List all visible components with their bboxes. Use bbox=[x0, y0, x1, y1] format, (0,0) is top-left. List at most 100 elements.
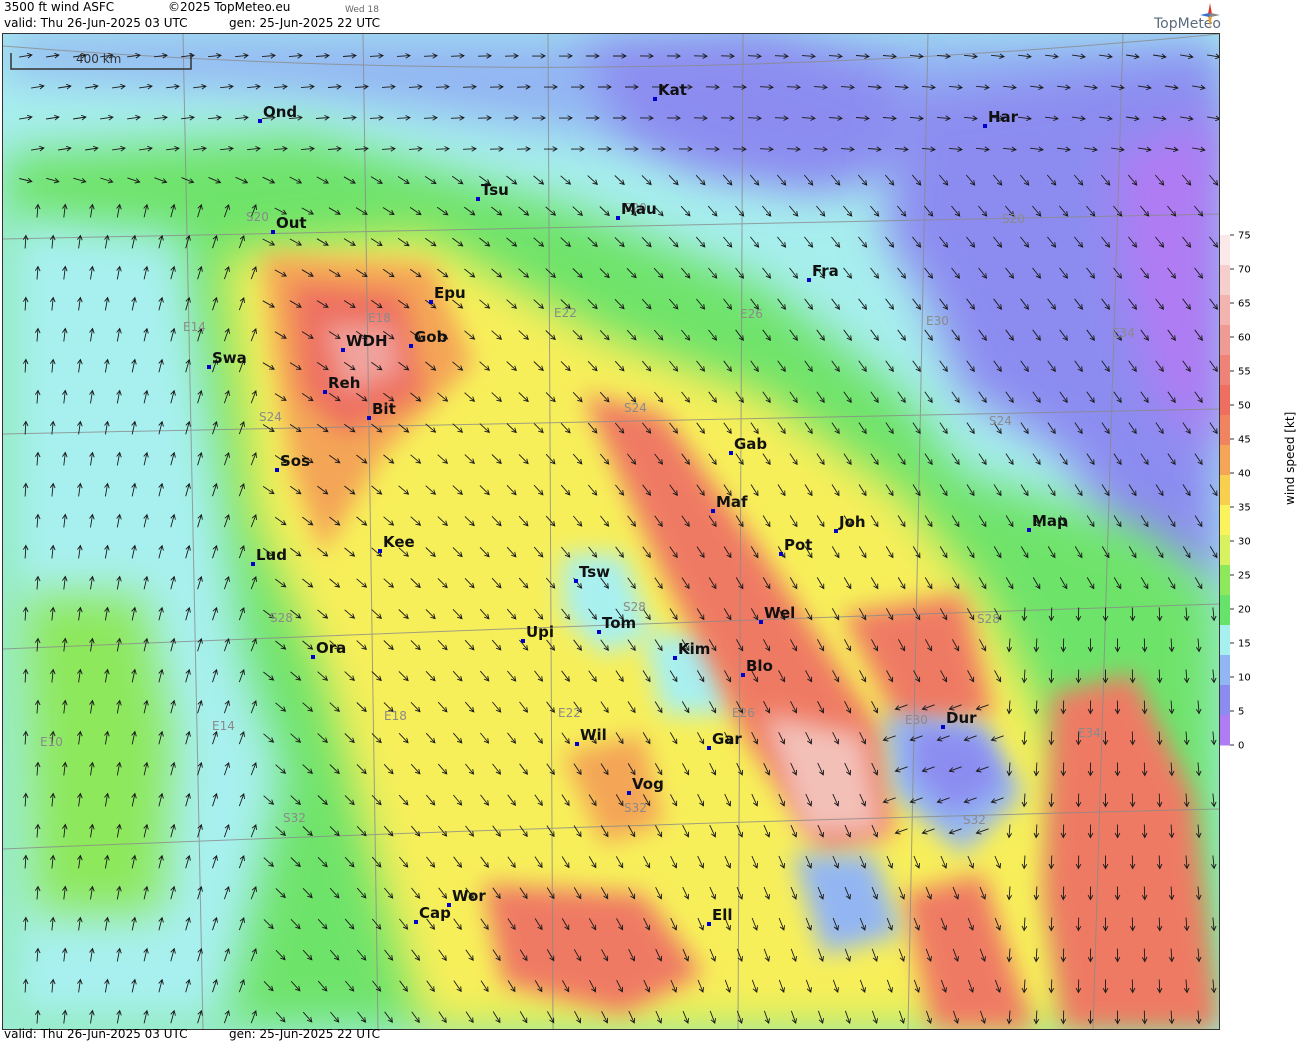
legend-tick-label: 65 bbox=[1238, 299, 1251, 310]
city-marker-bit: Bit bbox=[367, 400, 396, 420]
city-label: Swa bbox=[212, 349, 247, 367]
city-marker-vog: Vog bbox=[627, 775, 664, 795]
city-dot bbox=[616, 216, 620, 220]
sector-label: E18 bbox=[384, 709, 407, 723]
city-dot bbox=[707, 746, 711, 750]
city-dot bbox=[367, 416, 371, 420]
legend-tick-label: 45 bbox=[1238, 435, 1251, 446]
sector-label: E22 bbox=[558, 706, 581, 720]
product-title: 3500 ft wind ASFC bbox=[4, 0, 115, 14]
legend-tick-label: 10 bbox=[1238, 673, 1251, 684]
sector-label: E34 bbox=[1112, 326, 1135, 340]
sector-label: E14 bbox=[183, 320, 206, 334]
city-dot bbox=[627, 791, 631, 795]
copyright-text: ©2025 TopMeteo.eu bbox=[168, 0, 291, 14]
legend-color-step bbox=[1220, 625, 1230, 656]
city-marker-tom: Tom bbox=[597, 614, 636, 634]
legend-color-step bbox=[1220, 415, 1230, 446]
city-label: Maf bbox=[716, 493, 748, 511]
footer-valid-time: valid: Thu 26-Jun-2025 03 UTC bbox=[4, 1027, 188, 1041]
city-marker-cap: Cap bbox=[414, 904, 451, 924]
city-marker-mau: Mau bbox=[616, 200, 657, 220]
legend-color-step bbox=[1220, 295, 1230, 326]
city-label: Wel bbox=[764, 604, 795, 622]
city-dot bbox=[941, 725, 945, 729]
footer-generated-time: gen: 25-Jun-2025 22 UTC bbox=[229, 1027, 381, 1041]
city-label: Kee bbox=[383, 533, 415, 551]
city-marker-maf: Maf bbox=[711, 493, 748, 513]
legend-tick-label: 50 bbox=[1238, 401, 1251, 412]
legend-tick-label: 40 bbox=[1238, 469, 1251, 480]
city-dot bbox=[729, 451, 733, 455]
sector-label: E22 bbox=[554, 306, 577, 320]
legend-color-step bbox=[1220, 655, 1230, 686]
city-dot bbox=[711, 509, 715, 513]
city-label: Ond bbox=[263, 103, 297, 121]
city-dot bbox=[834, 529, 838, 533]
city-dot bbox=[741, 673, 745, 677]
city-label: Lud bbox=[256, 546, 287, 564]
sector-label: E10 bbox=[40, 735, 63, 749]
legend-tick-label: 5 bbox=[1238, 707, 1244, 718]
city-dot bbox=[759, 620, 763, 624]
city-label: Wil bbox=[580, 726, 607, 744]
legend-color-step bbox=[1220, 445, 1230, 476]
city-marker-ond: Ond bbox=[258, 103, 297, 123]
legend-tick-label: 15 bbox=[1238, 639, 1251, 650]
city-marker-tsw: Tsw bbox=[574, 563, 610, 583]
compass-star-icon bbox=[1200, 3, 1220, 27]
city-label: Kim bbox=[678, 640, 710, 658]
sector-label: S32 bbox=[624, 801, 647, 815]
city-label: Fra bbox=[812, 262, 839, 280]
city-dot bbox=[597, 630, 601, 634]
sector-label: E18 bbox=[368, 311, 391, 325]
generated-time: gen: 25-Jun-2025 22 UTC bbox=[229, 16, 381, 30]
city-label: Tom bbox=[602, 614, 636, 632]
legend-color-step bbox=[1220, 355, 1230, 386]
legend-color-step bbox=[1220, 475, 1230, 506]
legend-color-step bbox=[1220, 385, 1230, 416]
sector-label: S24 bbox=[989, 414, 1012, 428]
legend-color-step bbox=[1220, 685, 1230, 716]
wind-map[interactable]: S20 S20 S20 E14 E18 E22 E26 E30 E34 S24 S24 S24 S28 S… bbox=[2, 33, 1220, 1030]
city-label: Sos bbox=[280, 452, 310, 470]
legend-tick-label: 0 bbox=[1238, 741, 1244, 751]
city-dot bbox=[323, 390, 327, 394]
city-label: Map bbox=[1032, 512, 1068, 530]
city-marker-pot: Pot bbox=[779, 536, 812, 556]
legend-tick-label: 25 bbox=[1238, 571, 1251, 582]
city-label: Dur bbox=[946, 709, 977, 727]
legend-color-step bbox=[1220, 565, 1230, 596]
sector-label: S24 bbox=[259, 410, 282, 424]
legend-tick-label: 20 bbox=[1238, 605, 1251, 616]
city-label: Gab bbox=[734, 435, 767, 453]
legend-tick-label: 60 bbox=[1238, 333, 1251, 344]
legend-title: wind speed [kt] bbox=[1283, 411, 1297, 505]
city-dot bbox=[521, 639, 525, 643]
city-label: Blo bbox=[746, 657, 773, 675]
city-marker-dur: Dur bbox=[941, 709, 977, 729]
city-label: Mau bbox=[621, 200, 657, 218]
city-label: Vog bbox=[632, 775, 664, 793]
city-marker-map: Map bbox=[1027, 512, 1068, 532]
sector-label: S28 bbox=[270, 611, 293, 625]
city-marker-joh: Joh bbox=[834, 513, 866, 533]
city-label: Bit bbox=[372, 400, 396, 418]
legend-tick-label: 35 bbox=[1238, 503, 1251, 514]
sector-label: S28 bbox=[623, 600, 646, 614]
city-dot bbox=[378, 549, 382, 553]
city-label: Kat bbox=[658, 81, 687, 99]
legend-tick-label: 30 bbox=[1238, 537, 1251, 548]
city-marker-sos: Sos bbox=[275, 452, 310, 472]
legend-color-step bbox=[1220, 505, 1230, 536]
city-dot bbox=[207, 365, 211, 369]
legend-color-step bbox=[1220, 595, 1230, 626]
city-label: Gar bbox=[712, 730, 742, 748]
city-label: Ell bbox=[712, 906, 733, 924]
city-marker-gab: Gab bbox=[729, 435, 767, 455]
sector-label: S24 bbox=[624, 401, 647, 415]
city-marker-swa: Swa bbox=[207, 349, 247, 369]
city-label: Wor bbox=[452, 887, 486, 905]
city-label: Tsw bbox=[579, 563, 610, 581]
city-label: Gob bbox=[414, 328, 448, 346]
